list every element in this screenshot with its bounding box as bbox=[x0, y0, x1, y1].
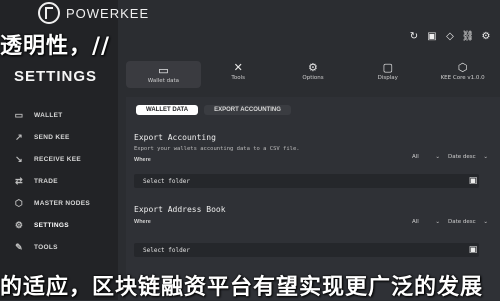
filter-all-select[interactable]: All ⌄ bbox=[412, 152, 440, 162]
tab-label: Options bbox=[302, 75, 324, 81]
sidebar-item-settings[interactable]: ⚙ SETTINGS bbox=[0, 214, 118, 236]
section-title: Export Address Book bbox=[134, 205, 226, 214]
chevron-down-icon: ⌄ bbox=[483, 154, 488, 160]
header-actions: ↻ ▣ ◇ ⛓ ⚙ bbox=[408, 30, 492, 42]
options-icon: ⚙ bbox=[308, 61, 318, 74]
filter-all-select[interactable]: All ⌄ bbox=[412, 217, 440, 227]
tools-icon: ✎ bbox=[15, 241, 23, 252]
tab-label: KEE Core v1.0.0 bbox=[440, 75, 485, 81]
network-icon[interactable]: ◇ bbox=[444, 30, 456, 42]
export-accounting-section: Export Accounting Export your wallets ac… bbox=[134, 133, 500, 188]
sidebar-item-trade[interactable]: ⇄ TRADE bbox=[0, 170, 118, 192]
tab-label: Display bbox=[377, 75, 398, 81]
tab-label: Wallet data bbox=[147, 78, 179, 84]
brand-logo bbox=[38, 2, 60, 24]
filter-value: Date desc bbox=[448, 154, 476, 160]
folder-icon[interactable]: ▣ bbox=[468, 245, 478, 255]
core-icon: ⬡ bbox=[457, 61, 468, 74]
select-folder-input[interactable]: Select folder bbox=[134, 174, 479, 188]
overlay-caption-bottom: 的适应，区块链融资平台有望实现更广泛的发展 bbox=[0, 274, 484, 300]
tab-kee-core[interactable]: ⬡ KEE Core v1.0.0 bbox=[425, 61, 500, 81]
sidebar-item-label: SEND KEE bbox=[34, 133, 70, 141]
filter-date-select[interactable]: Date desc ⌄ bbox=[448, 217, 488, 227]
wallet-icon: ▭ bbox=[158, 64, 169, 77]
select-folder-input[interactable]: Select folder bbox=[134, 243, 479, 257]
sidebar-item-label: TRADE bbox=[34, 177, 58, 185]
tab-tools[interactable]: ✕ Tools bbox=[201, 61, 276, 81]
sidebar-item-receive-kee[interactable]: ↘ RECEIVE KEE bbox=[0, 148, 118, 170]
filter-value: Date desc bbox=[448, 219, 476, 225]
subtab-export-accounting[interactable]: EXPORT ACCOUNTING bbox=[204, 105, 291, 115]
filter-value: All bbox=[412, 219, 419, 225]
overlay-caption-top: 透明性，// bbox=[0, 33, 111, 59]
chevron-down-icon: ⌄ bbox=[483, 219, 488, 225]
settings-icon: ⚙ bbox=[14, 219, 24, 230]
sidebar-item-wallet[interactable]: ▭ WALLET bbox=[0, 104, 118, 126]
tab-display[interactable]: ▢ Display bbox=[350, 61, 425, 81]
filters: All ⌄ Date desc ⌄ bbox=[412, 217, 488, 227]
lock-icon[interactable]: ▣ bbox=[426, 30, 438, 42]
send-icon: ↗ bbox=[15, 131, 23, 142]
sidebar-item-label: RECEIVE KEE bbox=[34, 155, 82, 163]
sidebar-item-tools[interactable]: ✎ TOOLS bbox=[0, 236, 118, 258]
chevron-down-icon: ⌄ bbox=[435, 154, 440, 160]
staking-icon[interactable]: ⛓ bbox=[462, 30, 475, 42]
tab-label: Tools bbox=[231, 75, 245, 81]
display-icon: ▢ bbox=[382, 61, 393, 74]
trade-icon: ⇄ bbox=[15, 175, 23, 186]
sidebar-item-send-kee[interactable]: ↗ SEND KEE bbox=[0, 126, 118, 148]
sidebar-item-label: WALLET bbox=[34, 111, 63, 119]
tab-options[interactable]: ⚙ Options bbox=[276, 61, 351, 81]
sidebar-item-label: SETTINGS bbox=[34, 221, 69, 229]
brand: POWERKEE bbox=[38, 2, 149, 24]
filter-value: All bbox=[412, 154, 419, 160]
folder-placeholder: Select folder bbox=[143, 177, 190, 185]
tab-wallet-data[interactable]: ▭ Wallet data bbox=[126, 61, 201, 88]
sidebar-item-label: MASTER NODES bbox=[34, 199, 90, 207]
filters: All ⌄ Date desc ⌄ bbox=[412, 152, 488, 162]
settings-tabs: ▭ Wallet data ✕ Tools ⚙ Options ▢ Displa… bbox=[126, 61, 500, 91]
settings-icon[interactable]: ⚙ bbox=[480, 30, 492, 42]
receive-icon: ↘ bbox=[15, 153, 23, 164]
page-title: SETTINGS bbox=[14, 68, 98, 85]
sync-icon[interactable]: ↻ bbox=[408, 30, 420, 42]
section-title: Export Accounting bbox=[134, 133, 216, 142]
sidebar-nav: ▭ WALLET ↗ SEND KEE ↘ RECEIVE KEE ⇄ TRAD… bbox=[0, 104, 118, 258]
tools-icon: ✕ bbox=[233, 61, 243, 74]
folder-placeholder: Select folder bbox=[143, 246, 190, 254]
subtab-wallet-data[interactable]: WALLET DATA bbox=[136, 105, 199, 115]
sidebar-item-label: TOOLS bbox=[34, 243, 58, 251]
nodes-icon: ⬡ bbox=[14, 197, 24, 208]
brand-name: POWERKEE bbox=[66, 5, 150, 21]
sidebar-item-master-nodes[interactable]: ⬡ MASTER NODES bbox=[0, 192, 118, 214]
export-address-book-section: Export Address Book Where All ⌄ Date des… bbox=[134, 205, 500, 257]
filter-date-select[interactable]: Date desc ⌄ bbox=[448, 152, 488, 162]
wallet-icon: ▭ bbox=[14, 109, 24, 120]
chevron-down-icon: ⌄ bbox=[435, 219, 440, 225]
subtabs: WALLET DATA EXPORT ACCOUNTING bbox=[136, 105, 291, 115]
folder-icon[interactable]: ▣ bbox=[468, 176, 478, 186]
